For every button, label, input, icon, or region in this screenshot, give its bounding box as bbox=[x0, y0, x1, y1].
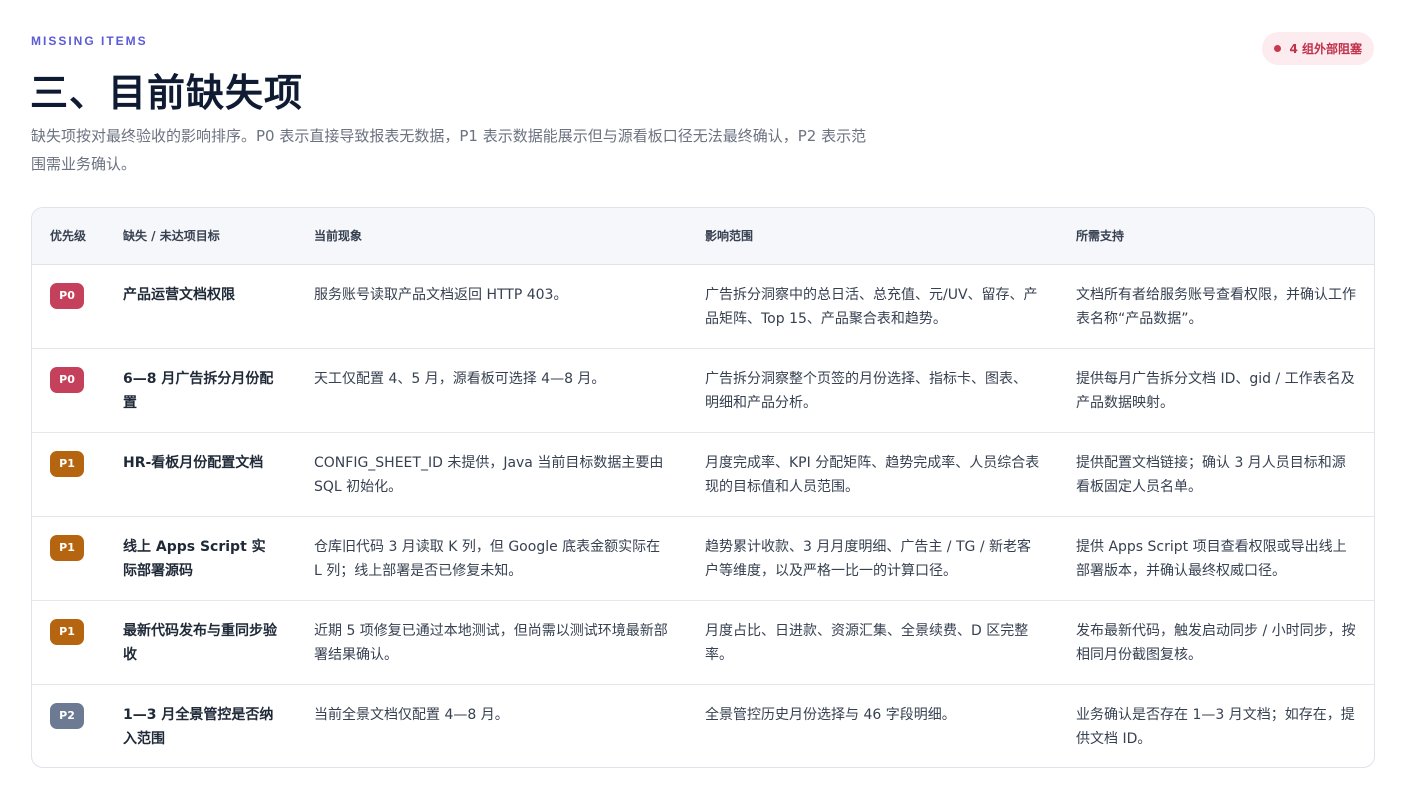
impact-cell: 全景管控历史月份选择与 46 字段明细。 bbox=[687, 683, 1058, 767]
target-cell: 线上 Apps Script 实际部署源码 bbox=[105, 515, 296, 600]
impact-cell: 趋势累计收款、3 月月度明细、广告主 / TG / 新老客户等维度，以及严格一比… bbox=[687, 515, 1058, 600]
table-row: P1 线上 Apps Script 实际部署源码 仓库旧代码 3 月读取 K 列… bbox=[32, 515, 1374, 600]
column-header-support: 所需支持 bbox=[1058, 208, 1374, 265]
impact-cell: 广告拆分洞察中的总日活、总充值、元/UV、留存、产品矩阵、Top 15、产品聚合… bbox=[705, 286, 1038, 327]
eyebrow-label: MISSING ITEMS bbox=[31, 34, 148, 48]
column-header-symptom: 当前现象 bbox=[296, 208, 687, 265]
impact-cell: 月度完成率、KPI 分配矩阵、趋势完成率、人员综合表现的目标值和人员范围。 bbox=[687, 431, 1058, 516]
symptom-cell: 近期 5 项修复已通过本地测试，但尚需以测试环境最新部署结果确认。 bbox=[296, 599, 687, 684]
blocker-badge: 4 组外部阻塞 bbox=[1262, 32, 1374, 65]
priority-badge: P1 bbox=[50, 618, 84, 645]
priority-badge: P1 bbox=[50, 534, 84, 561]
table-row: P0 6—8 月广告拆分月份配置 天工仅配置 4、5 月，源看板可选择 4—8 … bbox=[32, 347, 1374, 432]
target-cell: 1—3 月全景管控是否纳入范围 bbox=[105, 683, 296, 767]
target-cell: 产品运营文档权限 bbox=[123, 286, 235, 303]
priority-badge: P2 bbox=[50, 702, 84, 729]
table-row: P1 HR-看板月份配置文档 CONFIG_SHEET_ID 未提供，Java … bbox=[32, 431, 1374, 516]
table-row: P1 最新代码发布与重同步验收 近期 5 项修复已通过本地测试，但尚需以测试环境… bbox=[32, 599, 1374, 684]
support-cell: 提供 Apps Script 项目查看权限或导出线上部署版本，并确认最终权威口径… bbox=[1058, 515, 1374, 600]
symptom-cell: 当前全景文档仅配置 4—8 月。 bbox=[296, 683, 687, 767]
symptom-cell: 服务账号读取产品文档返回 HTTP 403。 bbox=[314, 286, 568, 303]
symptom-cell: 天工仅配置 4、5 月，源看板可选择 4—8 月。 bbox=[296, 347, 687, 432]
page-title: 三、目前缺失项 bbox=[30, 71, 304, 115]
symptom-cell: CONFIG_SHEET_ID 未提供，Java 当前目标数据主要由 SQL 初… bbox=[296, 431, 687, 516]
column-header-priority: 优先级 bbox=[32, 208, 105, 265]
table-row: P0 产品运营文档权限 服务账号读取产品文档返回 HTTP 403。 广告拆分洞… bbox=[32, 264, 1374, 348]
target-cell: HR-看板月份配置文档 bbox=[105, 431, 296, 516]
status-dot-icon bbox=[1274, 45, 1282, 52]
priority-badge: P0 bbox=[50, 282, 84, 309]
target-cell: 6—8 月广告拆分月份配置 bbox=[105, 347, 296, 432]
support-cell: 业务确认是否存在 1—3 月文档；如存在，提供文档 ID。 bbox=[1058, 683, 1374, 767]
support-cell: 文档所有者给服务账号查看权限，并确认工作表名称“产品数据”。 bbox=[1076, 286, 1356, 327]
symptom-cell: 仓库旧代码 3 月读取 K 列，但 Google 底表金额实际在 L 列；线上部… bbox=[296, 515, 687, 600]
impact-cell: 月度占比、日进款、资源汇集、全景续费、D 区完整率。 bbox=[687, 599, 1058, 684]
impact-cell: 广告拆分洞察整个页签的月份选择、指标卡、图表、明细和产品分析。 bbox=[687, 347, 1058, 432]
support-cell: 发布最新代码，触发启动同步 / 小时同步，按相同月份截图复核。 bbox=[1058, 599, 1374, 684]
target-cell: 最新代码发布与重同步验收 bbox=[105, 599, 296, 684]
missing-items-table: 优先级 缺失 / 未达项目标 当前现象 影响范围 所需支持 P0 产品运营文档权… bbox=[31, 207, 1375, 768]
table-header-row: 优先级 缺失 / 未达项目标 当前现象 影响范围 所需支持 bbox=[32, 208, 1374, 265]
priority-badge: P1 bbox=[50, 450, 84, 477]
support-cell: 提供每月广告拆分文档 ID、gid / 工作表名及产品数据映射。 bbox=[1058, 347, 1374, 432]
column-header-target: 缺失 / 未达项目标 bbox=[105, 208, 296, 265]
column-header-impact: 影响范围 bbox=[687, 208, 1058, 265]
table-row: P2 1—3 月全景管控是否纳入范围 当前全景文档仅配置 4—8 月。 全景管控… bbox=[32, 683, 1374, 767]
blocker-badge-label: 4 组外部阻塞 bbox=[1289, 42, 1362, 56]
page-description: 缺失项按对最终验收的影响排序。P0 表示直接导致报表无数据，P1 表示数据能展示… bbox=[31, 127, 867, 173]
support-cell: 提供配置文档链接；确认 3 月人员目标和源看板固定人员名单。 bbox=[1058, 431, 1374, 516]
priority-badge: P0 bbox=[50, 366, 84, 393]
